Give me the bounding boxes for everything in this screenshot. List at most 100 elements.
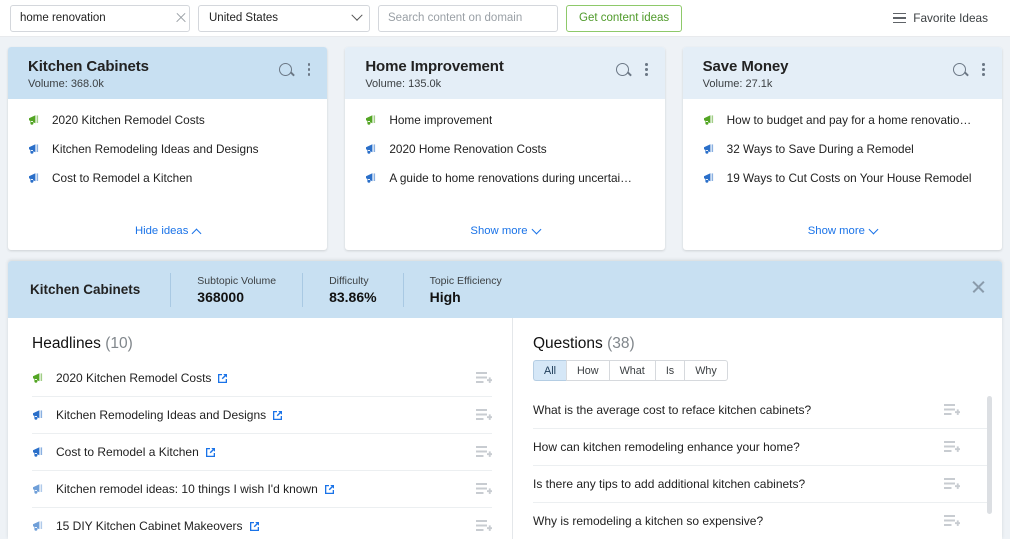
- search-icon[interactable]: [953, 62, 967, 76]
- chevron-down-icon: [868, 224, 879, 234]
- add-to-list-icon[interactable]: [476, 371, 493, 385]
- keyword-input[interactable]: [20, 12, 174, 24]
- megaphone-icon: [32, 446, 46, 459]
- topic-card-volume: Volume: 27.1k: [703, 78, 954, 90]
- search-icon[interactable]: [278, 62, 292, 76]
- external-link-icon[interactable]: [324, 484, 335, 495]
- detail-panel-title: Kitchen Cabinets: [30, 282, 141, 297]
- headlines-section-title: Headlines (10): [32, 335, 492, 353]
- megaphone-icon: [28, 143, 42, 156]
- question-filter-tab[interactable]: Is: [654, 360, 685, 381]
- add-to-list-icon[interactable]: [476, 445, 493, 459]
- topic-card-volume: Volume: 135.0k: [365, 78, 616, 90]
- question-text: What is the average cost to reface kitch…: [533, 403, 812, 417]
- topic-card[interactable]: Home Improvement Volume: 135.0k Home impro…: [345, 47, 665, 250]
- topic-card-ideas: Home improvement 2020 Home Renovation Cos…: [345, 99, 664, 221]
- keyword-search-box[interactable]: [10, 4, 190, 32]
- headline-row[interactable]: Cost to Remodel a Kitchen: [32, 434, 493, 471]
- external-link-icon[interactable]: [205, 447, 216, 458]
- detail-metric: Subtopic Volume 368000: [170, 272, 302, 307]
- idea-row[interactable]: 32 Ways to Save During a Remodel: [703, 142, 988, 156]
- questions-count: (38): [607, 335, 635, 352]
- headline-label: Cost to Remodel a Kitchen: [56, 445, 199, 459]
- idea-row[interactable]: Cost to Remodel a Kitchen: [28, 171, 313, 185]
- megaphone-icon: [32, 520, 46, 533]
- headline-label: 15 DIY Kitchen Cabinet Makeovers: [56, 519, 243, 533]
- clear-keyword-icon[interactable]: [174, 11, 188, 25]
- toggle-ideas-link[interactable]: Hide ideas: [135, 225, 202, 238]
- add-to-list-icon[interactable]: [476, 519, 493, 533]
- topic-card[interactable]: Save Money Volume: 27.1k How to budget and…: [682, 47, 1002, 250]
- list-icon: [893, 12, 907, 24]
- question-filter-tab[interactable]: All: [533, 360, 566, 381]
- domain-search-box[interactable]: [378, 4, 558, 32]
- metric-value: 368000: [197, 288, 244, 305]
- idea-row[interactable]: 2020 Home Renovation Costs: [365, 142, 650, 156]
- headline-text: Kitchen remodel ideas: 10 things I wish …: [56, 482, 335, 496]
- question-row[interactable]: Is there any tips to add additional kitc…: [533, 466, 988, 503]
- more-vertical-icon[interactable]: [642, 61, 651, 78]
- idea-row[interactable]: Home improvement: [365, 113, 650, 127]
- headline-text: Kitchen Remodeling Ideas and Designs: [56, 408, 283, 422]
- idea-row[interactable]: 19 Ways to Cut Costs on Your House Remod…: [703, 171, 988, 185]
- idea-row[interactable]: Kitchen Remodeling Ideas and Designs: [28, 142, 313, 156]
- headline-row[interactable]: Kitchen remodel ideas: 10 things I wish …: [32, 471, 493, 508]
- idea-row[interactable]: How to budget and pay for a home renovat…: [703, 113, 988, 127]
- question-filter-tab[interactable]: What: [608, 360, 655, 381]
- headline-text: Cost to Remodel a Kitchen: [56, 445, 216, 459]
- volume-value: 27.1k: [745, 78, 773, 90]
- headline-row[interactable]: 15 DIY Kitchen Cabinet Makeovers: [32, 508, 493, 539]
- external-link-icon[interactable]: [249, 521, 260, 532]
- questions-scrollbar-thumb[interactable]: [987, 396, 992, 514]
- toggle-ideas-link[interactable]: Show more: [470, 224, 542, 237]
- megaphone-icon: [703, 172, 717, 185]
- add-to-list-icon[interactable]: [944, 477, 961, 491]
- search-icon[interactable]: [615, 62, 629, 76]
- detail-metric: Difficulty 83.86%: [302, 272, 402, 307]
- chevron-up-icon: [191, 228, 202, 238]
- idea-label: 2020 Kitchen Remodel Costs: [52, 113, 205, 127]
- metric-label: Subtopic Volume: [197, 274, 277, 287]
- headline-row[interactable]: Kitchen Remodeling Ideas and Designs: [32, 397, 493, 434]
- more-vertical-icon[interactable]: [979, 61, 988, 78]
- country-select[interactable]: United States: [198, 4, 370, 32]
- favorite-ideas-button[interactable]: Favorite Ideas: [893, 11, 1000, 25]
- close-detail-panel-icon[interactable]: [971, 279, 986, 294]
- topic-card[interactable]: Kitchen Cabinets Volume: 368.0k 2020 Kitch…: [8, 47, 328, 250]
- question-filter-tab[interactable]: Why: [684, 360, 728, 381]
- toggle-ideas-link[interactable]: Show more: [808, 224, 879, 237]
- volume-value: 135.0k: [408, 78, 442, 90]
- domain-search-input[interactable]: [388, 12, 548, 24]
- external-link-icon[interactable]: [272, 410, 283, 421]
- metric-value: High: [429, 288, 461, 305]
- headline-row[interactable]: 2020 Kitchen Remodel Costs: [32, 360, 493, 397]
- add-to-list-icon[interactable]: [476, 408, 493, 422]
- add-to-list-icon[interactable]: [944, 403, 961, 417]
- add-to-list-icon[interactable]: [476, 482, 493, 496]
- idea-row[interactable]: A guide to home renovations during uncer…: [365, 171, 650, 185]
- get-content-ideas-button[interactable]: Get content ideas: [566, 4, 683, 32]
- external-link-icon[interactable]: [217, 373, 228, 384]
- topic-card-footer: Show more: [345, 221, 664, 250]
- topic-card-ideas: How to budget and pay for a home renovat…: [683, 99, 1002, 221]
- detail-metric: Topic Efficiency High: [402, 272, 528, 307]
- megaphone-icon: [365, 114, 379, 127]
- questions-section-title: Questions (38): [533, 335, 988, 353]
- topic-card-header: Kitchen Cabinets Volume: 368.0k: [8, 47, 328, 99]
- add-to-list-icon[interactable]: [944, 440, 961, 454]
- add-to-list-icon[interactable]: [944, 514, 961, 528]
- topic-card-ideas: 2020 Kitchen Remodel Costs Kitchen Remode…: [8, 99, 327, 221]
- metric-label: Topic Efficiency: [429, 274, 502, 287]
- question-filter-tab[interactable]: How: [566, 360, 609, 381]
- content-ideas-app: United States Get content ideas Favorite…: [0, 0, 1010, 539]
- question-row[interactable]: Why is remodeling a kitchen so expensive…: [533, 503, 988, 539]
- megaphone-icon: [32, 409, 46, 422]
- topic-detail-panel: Kitchen Cabinets Subtopic Volume 368000 Di…: [8, 261, 1002, 539]
- idea-label: 32 Ways to Save During a Remodel: [726, 142, 914, 156]
- idea-row[interactable]: 2020 Kitchen Remodel Costs: [28, 113, 313, 127]
- volume-label: Volume:: [702, 78, 743, 90]
- more-vertical-icon[interactable]: [305, 61, 314, 78]
- topic-card-footer: Show more: [683, 221, 1002, 250]
- question-row[interactable]: What is the average cost to reface kitch…: [533, 392, 988, 429]
- question-row[interactable]: How can kitchen remodeling enhance your …: [533, 429, 988, 466]
